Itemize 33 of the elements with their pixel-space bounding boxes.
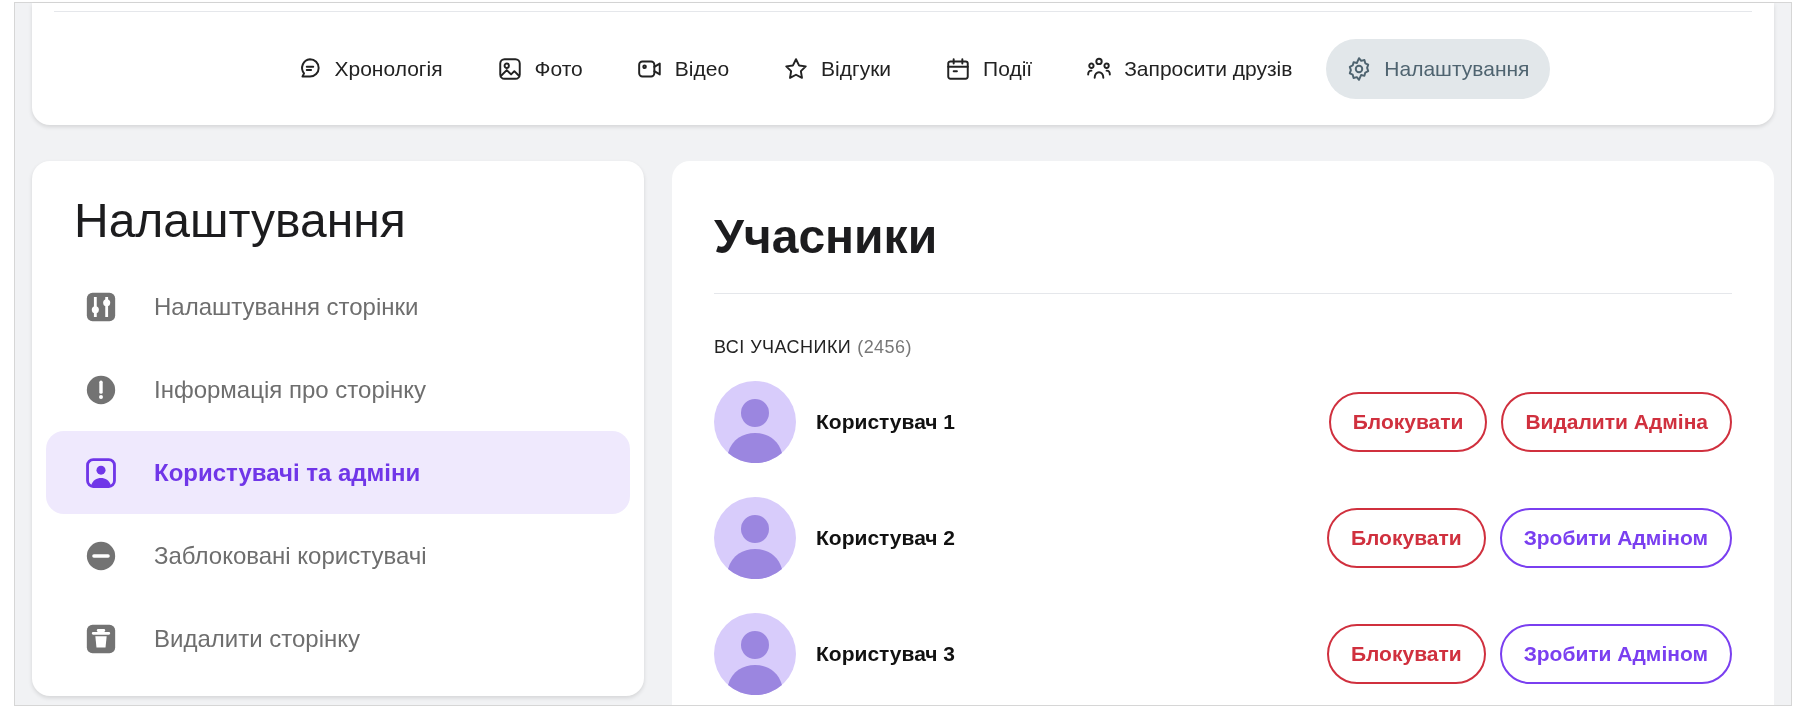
- calendar-icon: [945, 55, 972, 82]
- sidebar-item[interactable]: Налаштування сторінки: [46, 265, 630, 348]
- nav-tab[interactable]: Запросити друзів: [1066, 38, 1313, 99]
- action-button[interactable]: Зробити Адміном: [1499, 508, 1732, 568]
- action-button[interactable]: Блокувати: [1326, 508, 1486, 568]
- member-name: Користувач 1: [816, 409, 957, 436]
- avatar-icon: [714, 497, 796, 579]
- avatar-icon: [714, 381, 796, 463]
- sidebar-item[interactable]: Інформація про сторінку: [46, 348, 630, 431]
- nav-tab[interactable]: Налаштування: [1326, 38, 1550, 99]
- avatar-icon: [714, 613, 796, 695]
- nav-tab[interactable]: Події: [925, 38, 1053, 99]
- sidebar-item[interactable]: Заблоковані користувачі: [46, 514, 630, 597]
- user-icon: [84, 455, 118, 490]
- nav-tab[interactable]: Фото: [476, 38, 603, 99]
- sidebar-title: Налаштування: [74, 193, 407, 249]
- nav-tab[interactable]: Відгуки: [763, 38, 912, 99]
- member-name: Користувач 2: [816, 525, 957, 552]
- section-label: ВСІ УЧАСНИКИ: [714, 336, 852, 359]
- image-icon: [496, 55, 523, 82]
- action-button[interactable]: Блокувати: [1328, 392, 1488, 452]
- sidebar-item[interactable]: Видалити сторінку: [46, 597, 630, 680]
- member-count: (2456): [857, 336, 912, 359]
- action-button[interactable]: Видалити Адміна: [1501, 392, 1732, 452]
- star-icon: [783, 55, 810, 82]
- nav-tab[interactable]: Відео: [616, 38, 750, 99]
- sidebar-item[interactable]: Користувачі та адміни: [46, 431, 630, 514]
- members-title: Учасники: [714, 209, 939, 265]
- nav-tab[interactable]: Хронологія: [276, 38, 463, 99]
- action-button[interactable]: Зробити Адміном: [1499, 624, 1732, 684]
- people-icon: [1086, 55, 1113, 82]
- action-button[interactable]: Блокувати: [1326, 624, 1486, 684]
- member-name: Користувач 3: [816, 641, 957, 668]
